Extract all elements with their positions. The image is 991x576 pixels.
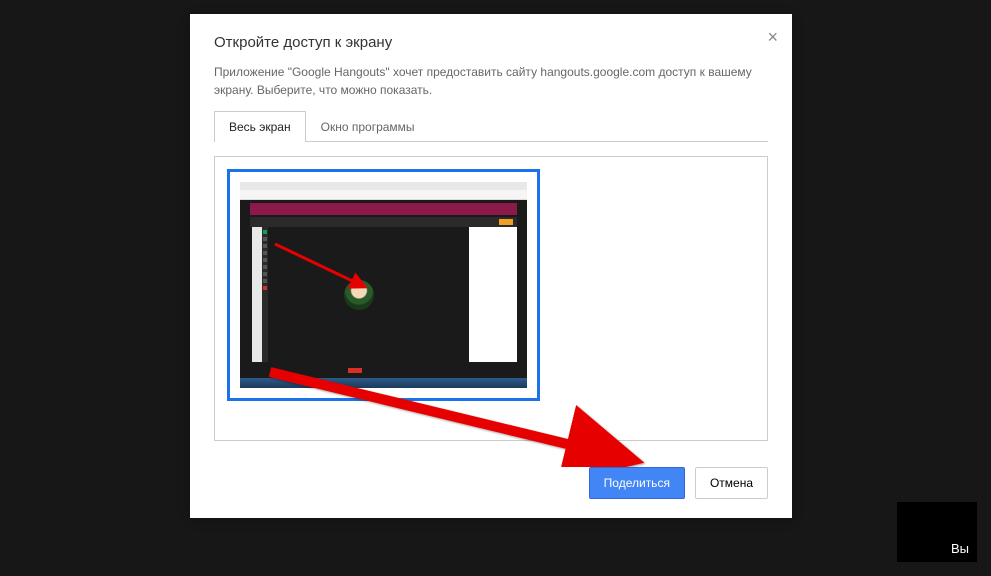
- tab-app-window[interactable]: Окно программы: [306, 111, 430, 142]
- you-label: Вы: [951, 541, 969, 556]
- cancel-button[interactable]: Отмена: [695, 467, 768, 499]
- tabs: Весь экран Окно программы: [214, 111, 768, 142]
- screen-thumbnail: [240, 182, 527, 388]
- dialog-footer: Поделиться Отмена: [190, 455, 792, 519]
- dialog-description: Приложение "Google Hangouts" хочет предо…: [190, 59, 792, 111]
- tab-fullscreen[interactable]: Весь экран: [214, 111, 306, 142]
- screen-options-area: [214, 156, 768, 441]
- dialog-title: Откройте доступ к экрану: [214, 34, 768, 51]
- avatar-icon: [344, 280, 374, 310]
- share-button[interactable]: Поделиться: [589, 467, 685, 499]
- close-button[interactable]: ×: [767, 28, 778, 46]
- dialog-header: Откройте доступ к экрану ×: [190, 14, 792, 59]
- screen-share-dialog: Откройте доступ к экрану × Приложение "G…: [190, 14, 792, 518]
- screen-preview-selected[interactable]: [227, 169, 540, 401]
- self-video-tile: Вы: [897, 502, 977, 562]
